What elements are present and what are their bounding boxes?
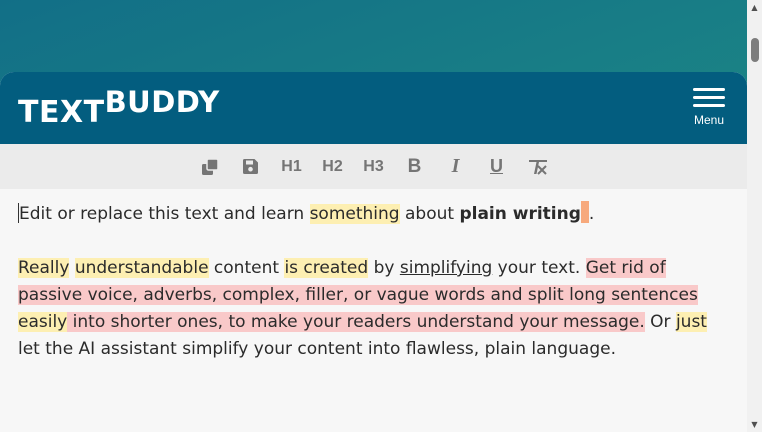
hamburger-icon bbox=[691, 88, 727, 107]
underline-button[interactable]: U bbox=[476, 152, 517, 182]
text-editor[interactable]: Edit or replace this text and learn some… bbox=[0, 189, 747, 363]
bold-button[interactable]: B bbox=[394, 152, 435, 182]
highlight-adverb[interactable]: Really bbox=[18, 258, 70, 278]
menu-button[interactable]: Menu bbox=[691, 88, 727, 127]
scroll-up-arrow[interactable]: ▲ bbox=[747, 0, 762, 15]
clear-format-icon bbox=[528, 159, 547, 175]
formatting-toolbar: H1 H2 H3 B I U bbox=[0, 144, 747, 189]
menu-label: Menu bbox=[693, 113, 725, 127]
editor-paragraph: Really understandable content is created… bbox=[18, 258, 707, 359]
highlight-orange-marker[interactable] bbox=[580, 201, 589, 223]
highlight-complex-word[interactable]: understandable bbox=[74, 258, 209, 278]
highlight-adverb[interactable]: easily bbox=[18, 312, 68, 332]
underlined-word[interactable]: simplifying bbox=[400, 258, 492, 278]
highlight-long-sentence[interactable]: into shorter ones, to make your readers … bbox=[67, 312, 645, 332]
save-icon bbox=[243, 159, 258, 174]
app-header: TEXTBUDDY Menu bbox=[0, 72, 747, 144]
scroll-thumb[interactable] bbox=[751, 38, 759, 62]
heading1-button[interactable]: H1 bbox=[271, 152, 312, 182]
editor-paragraph: Edit or replace this text and learn some… bbox=[18, 201, 729, 228]
heading2-button[interactable]: H2 bbox=[312, 152, 353, 182]
save-button[interactable] bbox=[230, 152, 271, 182]
scroll-down-arrow[interactable]: ▼ bbox=[747, 417, 762, 432]
copy-icon bbox=[201, 157, 219, 175]
logo-text: TEXT bbox=[18, 95, 105, 130]
highlight-complex-word[interactable]: something bbox=[309, 204, 400, 224]
app-card: TEXTBUDDY Menu H1 H2 H3 B I U Edit or re… bbox=[0, 72, 747, 432]
highlight-filler-word[interactable]: just bbox=[675, 312, 707, 332]
clear-format-button[interactable] bbox=[517, 152, 558, 182]
italic-button[interactable]: I bbox=[435, 152, 476, 182]
heading3-button[interactable]: H3 bbox=[353, 152, 394, 182]
page-scrollbar[interactable]: ▲ ▼ bbox=[747, 0, 762, 432]
textbuddy-logo[interactable]: TEXTBUDDY bbox=[18, 85, 220, 128]
logo-buddy: BUDDY bbox=[104, 85, 220, 119]
copy-button[interactable] bbox=[189, 152, 230, 182]
highlight-passive-voice[interactable]: is created bbox=[284, 258, 369, 278]
